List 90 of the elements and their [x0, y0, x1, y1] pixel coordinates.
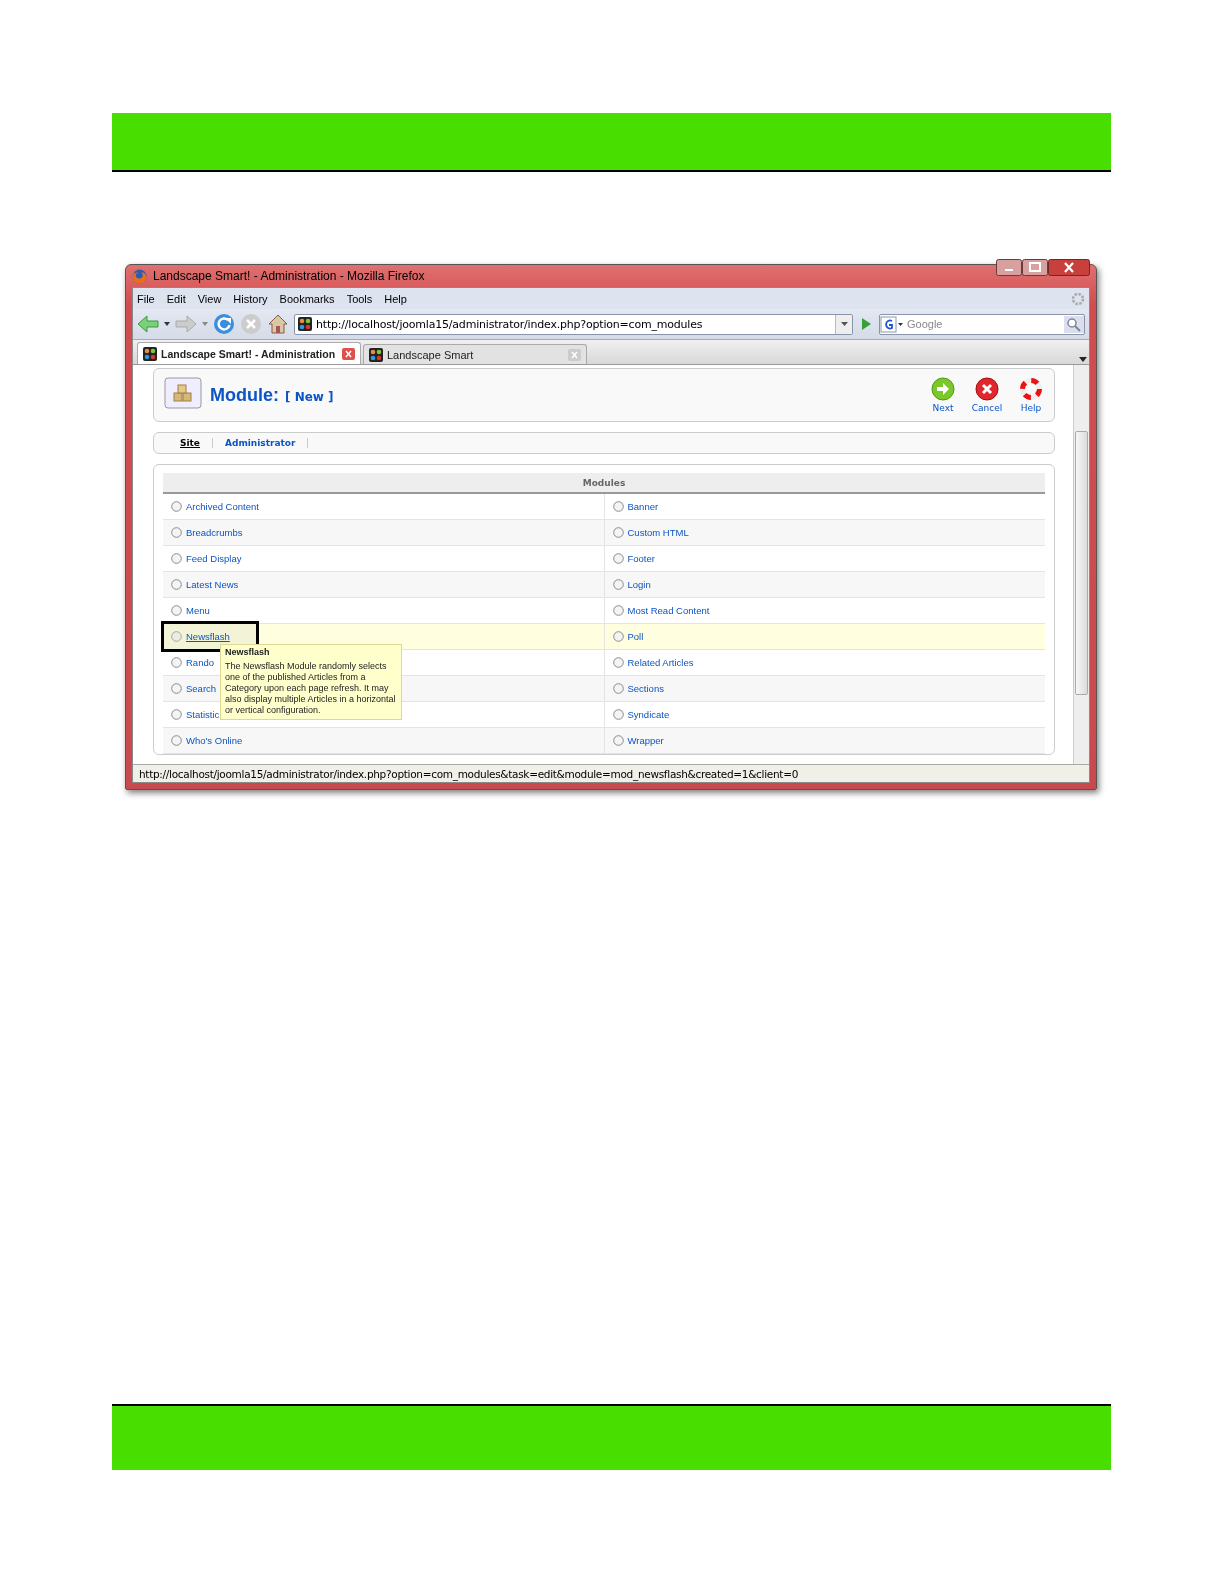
module-link[interactable]: Poll [627, 631, 644, 642]
status-bar: http://localhost/joomla15/administrator/index.php?option=com_modules&task=edit&module=mod_newsflash&created=1&client=0 [133, 764, 1089, 782]
module-link[interactable]: Custom HTML [627, 527, 689, 538]
menu-item[interactable]: File [137, 292, 155, 305]
dropdown-caret-icon[interactable] [164, 322, 170, 326]
reload-icon[interactable] [213, 313, 235, 335]
radio-button[interactable] [171, 683, 182, 694]
page-title: Module: [210, 384, 279, 406]
table-row[interactable]: Latest News Login [163, 572, 1045, 598]
firefox-logo-icon [132, 268, 147, 284]
menu-item[interactable]: Help [384, 292, 407, 305]
menu-item[interactable]: View [197, 292, 222, 305]
throbber-icon [1071, 291, 1085, 306]
search-icon[interactable] [1064, 315, 1084, 333]
forward-arrow-icon[interactable] [175, 314, 197, 334]
module-link[interactable]: Most Read Content [627, 605, 710, 616]
minimize-icon[interactable] [996, 259, 1022, 276]
table-row[interactable]: Archived Content Banner [163, 494, 1045, 520]
submenu-link[interactable]: Administrator [213, 438, 309, 448]
radio-button[interactable] [171, 631, 182, 642]
module-link[interactable]: Syndicate [627, 709, 670, 720]
submenu-link[interactable]: Site [168, 438, 213, 448]
module-link[interactable]: Statistic [186, 709, 220, 720]
module-link[interactable]: Newsflash [186, 631, 230, 642]
toolbar-button[interactable]: Next [928, 377, 958, 413]
address-field[interactable]: http://localhost/joomla15/administrator/index.php?option=com_modules [294, 313, 853, 335]
toolbar-button[interactable]: Cancel [972, 377, 1002, 413]
radio-button[interactable] [171, 709, 182, 720]
browser-tab[interactable]: Landscape Smart [363, 344, 587, 364]
module-link[interactable]: Search [186, 683, 217, 694]
tooltip-title: Newsflash [225, 647, 271, 658]
home-icon[interactable] [267, 313, 289, 335]
table-heading: Modules [163, 473, 1045, 494]
module-link[interactable]: Sections [627, 683, 664, 694]
module-link[interactable]: Who's Online [186, 735, 243, 746]
menu-item[interactable]: Bookmarks [279, 292, 335, 305]
lifebuoy-icon [1019, 377, 1043, 401]
radio-button[interactable] [612, 631, 624, 642]
module-link[interactable]: Feed Display [186, 553, 242, 564]
radio-button[interactable] [171, 657, 182, 668]
radio-button[interactable] [171, 579, 182, 590]
module-link[interactable]: Menu [186, 605, 210, 616]
table-row[interactable]: Who's Online Wrapper [163, 728, 1045, 754]
back-arrow-icon[interactable] [137, 314, 159, 334]
radio-button[interactable] [171, 501, 182, 512]
module-link[interactable]: Breadcrumbs [186, 527, 243, 538]
module-link[interactable]: Latest News [186, 579, 239, 590]
menu-item[interactable]: Edit [166, 292, 186, 305]
site-favicon-icon [143, 346, 157, 361]
module-link[interactable]: Wrapper [627, 735, 664, 746]
radio-button[interactable] [612, 735, 624, 746]
radio-button[interactable] [612, 605, 624, 616]
module-link[interactable]: Banner [627, 501, 659, 512]
google-logo-icon[interactable] [880, 315, 904, 333]
radio-button[interactable] [171, 605, 182, 616]
module-link[interactable]: Login [627, 579, 651, 590]
window-title: Landscape Smart! - Administration - Mozilla Firefox [153, 269, 426, 283]
site-favicon-icon [369, 347, 383, 362]
stop-icon[interactable] [240, 313, 262, 335]
radio-button[interactable] [612, 709, 624, 720]
module-link[interactable]: Footer [627, 553, 655, 564]
scrollbar[interactable] [1073, 365, 1089, 764]
site-favicon-icon [298, 317, 312, 331]
radio-button[interactable] [612, 527, 624, 538]
tab-list-caret-icon[interactable] [1079, 357, 1087, 362]
close-icon[interactable] [1048, 259, 1090, 276]
search-box[interactable]: Google [879, 313, 1085, 335]
toolbar-button[interactable]: Help [1016, 377, 1046, 413]
radio-button[interactable] [612, 501, 624, 512]
cancel-icon [975, 377, 999, 401]
radio-button[interactable] [612, 579, 624, 590]
radio-button[interactable] [612, 683, 624, 694]
radio-button[interactable] [171, 553, 182, 564]
menu-item[interactable]: History [233, 292, 268, 305]
radio-button[interactable] [612, 553, 624, 564]
dropdown-caret-icon[interactable] [840, 322, 848, 326]
maximize-icon[interactable] [1022, 259, 1048, 276]
radio-button[interactable] [171, 735, 182, 746]
close-tab-icon[interactable] [568, 348, 581, 361]
page-subtitle: [ New ] [285, 390, 334, 404]
module-link[interactable]: Rando [186, 657, 214, 668]
menu-item[interactable]: Tools [346, 292, 373, 305]
browser-tab[interactable]: Landscape Smart! - Administration [137, 342, 361, 364]
module-link[interactable]: Related Articles [627, 657, 694, 668]
close-tab-icon[interactable] [342, 347, 355, 360]
table-row[interactable]: Feed Display Footer [163, 546, 1045, 572]
radio-button[interactable] [612, 657, 624, 668]
table-row[interactable]: Breadcrumbs Custom HTML [163, 520, 1045, 546]
module-link[interactable]: Archived Content [186, 501, 259, 512]
radio-button[interactable] [171, 527, 182, 538]
